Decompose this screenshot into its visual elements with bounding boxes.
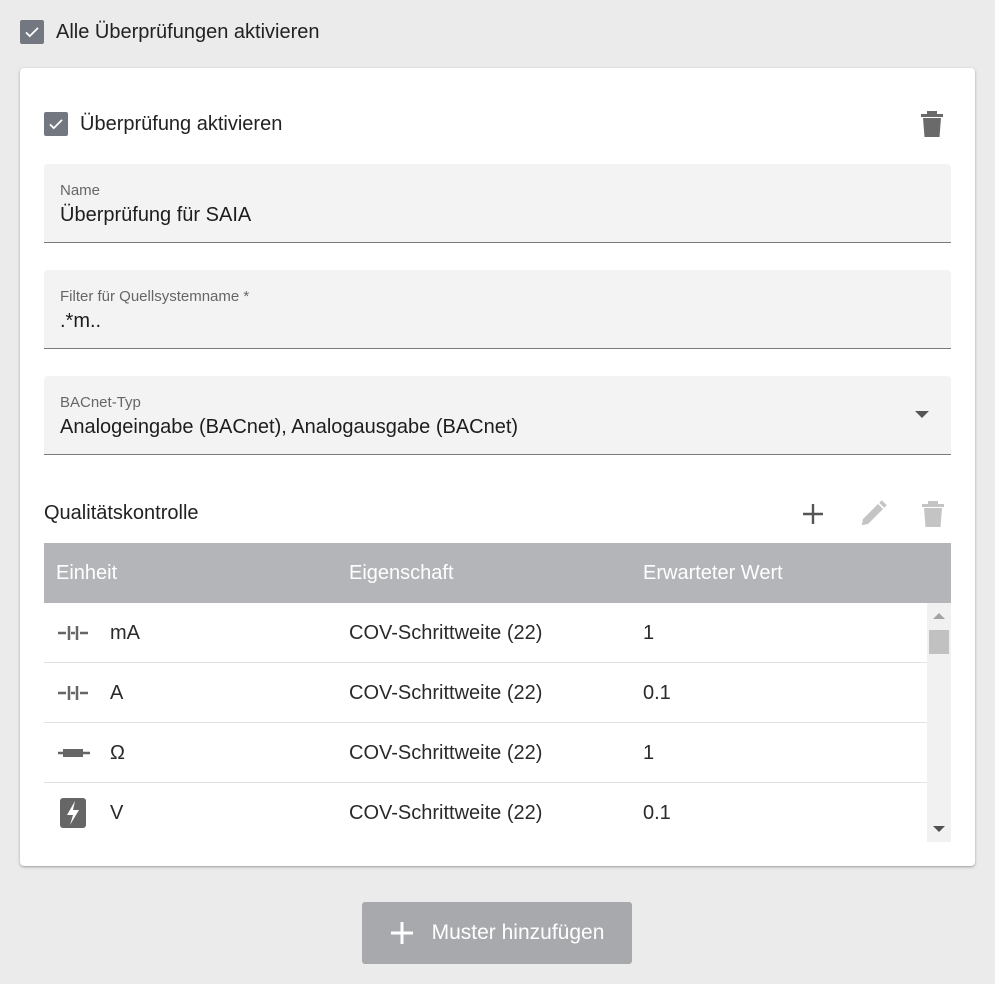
table-row[interactable]: mA COV-Schrittweite (22) 1 (44, 603, 927, 663)
trash-icon (922, 501, 944, 527)
enable-check-label: Überprüfung aktivieren (80, 112, 283, 135)
plus-icon (803, 504, 823, 524)
delete-check-button[interactable] (919, 110, 945, 138)
check-icon (25, 27, 39, 38)
enable-all-label: Alle Überprüfungen aktivieren (56, 20, 320, 43)
bacnet-type-label: BACnet-Typ (60, 394, 141, 411)
property-cell: COV-Schrittweite (22) (349, 742, 543, 764)
plus-icon (390, 922, 413, 944)
voltage-icon (56, 798, 90, 828)
table-scrollbar[interactable] (927, 603, 951, 842)
check-header: Überprüfung aktivieren (44, 110, 951, 138)
check-card: Überprüfung aktivieren Name Überprüfung … (20, 68, 975, 866)
check-icon (49, 119, 63, 130)
name-label: Name (60, 182, 101, 199)
bacnet-type-select[interactable]: BACnet-Typ Analogeingabe (BACnet), Analo… (44, 376, 951, 455)
delete-quality-button[interactable] (915, 498, 951, 530)
name-value[interactable]: Überprüfung für SAIA (60, 204, 251, 227)
property-cell: COV-Schrittweite (22) (349, 682, 543, 704)
scroll-thumb[interactable] (929, 630, 949, 654)
table-row[interactable]: V COV-Schrittweite (22) 0.1 (44, 783, 927, 842)
quality-table: Einheit Eigenschaft Erwarteter Wert mA C… (44, 543, 951, 842)
current-icon (56, 680, 90, 706)
expected-value-cell: 0.1 (643, 682, 671, 704)
quality-toolbar (795, 498, 951, 530)
expected-value-cell: 1 (643, 742, 655, 764)
property-cell: COV-Schrittweite (22) (349, 802, 543, 824)
property-cell: COV-Schrittweite (22) (349, 622, 543, 644)
scroll-up-icon[interactable] (933, 613, 945, 619)
table-row[interactable]: Ω COV-Schrittweite (22) 1 (44, 723, 927, 783)
current-icon (56, 620, 90, 646)
add-pattern-label: Muster hinzufügen (431, 921, 605, 944)
source-filter-value[interactable]: .*m.. (60, 310, 101, 333)
expected-value-cell: 1 (643, 622, 655, 644)
quality-control-title: Qualitätskontrolle (44, 502, 199, 524)
name-field[interactable]: Name Überprüfung für SAIA (44, 164, 951, 243)
enable-check-checkbox[interactable] (44, 112, 68, 136)
trash-icon (921, 111, 943, 137)
column-header-property[interactable]: Eigenschaft (349, 562, 454, 585)
column-header-expected[interactable]: Erwarteter Wert (643, 562, 783, 585)
table-body: mA COV-Schrittweite (22) 1 A COV-Schritt… (44, 603, 951, 842)
add-quality-button[interactable] (795, 498, 831, 530)
source-filter-field[interactable]: Filter für Quellsystemname * .*m.. (44, 270, 951, 349)
enable-all-row[interactable]: Alle Überprüfungen aktivieren (20, 20, 320, 44)
expected-value-cell: 0.1 (643, 802, 671, 824)
unit-cell: V (110, 802, 124, 824)
pencil-icon (861, 500, 887, 526)
table-header: Einheit Eigenschaft Erwarteter Wert (44, 543, 951, 603)
dropdown-arrow-icon[interactable] (915, 411, 929, 418)
unit-cell: A (110, 682, 124, 704)
resistor-icon (56, 740, 90, 766)
unit-cell: mA (110, 622, 140, 644)
bacnet-type-value: Analogeingabe (BACnet), Analogausgabe (B… (60, 416, 519, 438)
table-row[interactable]: A COV-Schrittweite (22) 0.1 (44, 663, 927, 723)
source-filter-label: Filter für Quellsystemname * (60, 288, 250, 305)
scroll-down-icon[interactable] (933, 826, 945, 832)
enable-all-checkbox[interactable] (20, 20, 44, 44)
add-pattern-button[interactable]: Muster hinzufügen (362, 902, 632, 964)
column-header-unit[interactable]: Einheit (56, 562, 117, 585)
edit-quality-button[interactable] (855, 498, 891, 530)
unit-cell: Ω (110, 742, 125, 764)
